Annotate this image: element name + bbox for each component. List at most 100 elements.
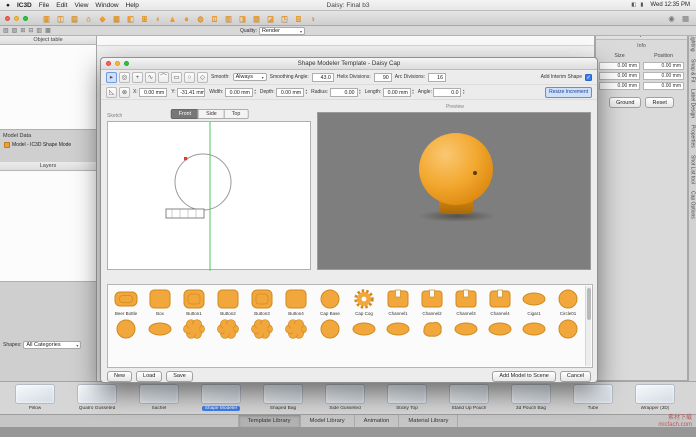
- resize-increment-button[interactable]: Resize Increment: [545, 87, 592, 98]
- toolbar-tool-icon[interactable]: ⌂: [83, 13, 94, 24]
- toolbar-tool-icon[interactable]: ◐: [153, 13, 164, 24]
- stepper-icon[interactable]: ▴▾: [359, 89, 361, 96]
- field-input-width[interactable]: 0.00 mm: [225, 88, 253, 97]
- object-table-list[interactable]: [0, 45, 96, 130]
- dialog-zoom-button[interactable]: [124, 61, 129, 66]
- toolbar-small-icon[interactable]: ▧: [3, 27, 9, 35]
- shape-item-button3[interactable]: Button3: [245, 285, 279, 316]
- toolbar-small-icon[interactable]: ⊞: [20, 27, 25, 35]
- add-interim-checkbox[interactable]: ✓: [585, 74, 592, 81]
- tab-animation[interactable]: Animation: [355, 415, 400, 427]
- size-value[interactable]: 0.00 mm: [599, 82, 640, 90]
- smoothing-angle-input[interactable]: 43.0: [312, 73, 334, 82]
- shape-item-cigar1[interactable]: Cigar1: [517, 285, 551, 316]
- edit-tool-icon[interactable]: ◺: [106, 87, 117, 98]
- shape-item-channel1[interactable]: Channel1: [381, 285, 415, 316]
- shape-item[interactable]: [279, 316, 313, 341]
- shelf-item-quatro-gusseted[interactable]: Quatro Gusseted: [66, 384, 128, 414]
- dialog-minimize-button[interactable]: [115, 61, 120, 66]
- shape-item-beer-bottle[interactable]: Beer Bottle: [109, 285, 143, 316]
- shelf-item-sticky-top[interactable]: Sticky Top: [376, 384, 438, 414]
- tab-material-library[interactable]: Material Library: [399, 415, 458, 427]
- shape-item-cap-cog[interactable]: Cap Cog: [347, 285, 381, 316]
- sketch-tool-icon[interactable]: ◇: [197, 72, 208, 83]
- shape-item[interactable]: [245, 316, 279, 341]
- toolbar-tool-icon[interactable]: ⊟: [293, 13, 304, 24]
- sketch-tool-icon[interactable]: ▭: [171, 72, 182, 83]
- menu-item-window[interactable]: Window: [95, 2, 118, 9]
- shelf-item-sachet[interactable]: Sachet: [128, 384, 190, 414]
- quality-select[interactable]: Render ▾: [259, 27, 305, 35]
- preview-canvas[interactable]: [317, 112, 591, 270]
- arc-divisions-input[interactable]: 16: [428, 73, 446, 82]
- shape-item[interactable]: [551, 316, 585, 341]
- shapes-scrollbar[interactable]: [585, 286, 591, 366]
- shape-item[interactable]: [483, 316, 517, 341]
- field-input-angle[interactable]: 0.0: [433, 88, 461, 97]
- shape-item[interactable]: [109, 316, 143, 341]
- toolbar-tool-icon[interactable]: ▲: [167, 13, 178, 24]
- field-input-length[interactable]: 0.00 mm: [383, 88, 411, 97]
- menu-item-ic3d[interactable]: IC3D: [17, 2, 32, 9]
- shelf-item-shaped-bag[interactable]: Shaped Bag: [252, 384, 314, 414]
- field-input-y[interactable]: -31.41 mm: [177, 88, 205, 97]
- dialog-close-button[interactable]: [106, 61, 111, 66]
- toolbar-small-icon[interactable]: ▥: [36, 27, 42, 35]
- toolbar-tool-icon[interactable]: ▥: [223, 13, 234, 24]
- shape-item-channel3[interactable]: Channel3: [449, 285, 483, 316]
- menu-item-file[interactable]: File: [39, 2, 49, 9]
- helix-divisions-input[interactable]: 90: [374, 73, 392, 82]
- side-tab-label-design[interactable]: Label Design: [690, 89, 696, 118]
- position-value[interactable]: 0.00 mm: [643, 72, 684, 80]
- cancel-button[interactable]: Cancel: [560, 371, 591, 382]
- sketch-tab-top[interactable]: Top: [224, 109, 249, 119]
- shape-item-circle01[interactable]: Circle01: [551, 285, 585, 316]
- load-button[interactable]: Load: [136, 371, 162, 382]
- position-value[interactable]: 0.00 mm: [643, 82, 684, 90]
- shape-item-channel4[interactable]: Channel4: [483, 285, 517, 316]
- menu-item-edit[interactable]: Edit: [56, 2, 67, 9]
- tab-model-library[interactable]: Model Library: [301, 415, 355, 427]
- toolbar-tool-icon[interactable]: ●: [181, 13, 192, 24]
- toolbar-tool-icon[interactable]: ◧: [125, 13, 136, 24]
- sketch-tool-icon[interactable]: +: [132, 72, 143, 83]
- field-input-radius[interactable]: 0.00: [330, 88, 358, 97]
- toolbar-small-icon[interactable]: ▩: [45, 27, 51, 35]
- smooth-select[interactable]: Always ▾: [233, 73, 267, 81]
- sketch-tool-icon[interactable]: ∿: [145, 72, 156, 83]
- toolbar-tool-icon[interactable]: ◪: [265, 13, 276, 24]
- shape-item[interactable]: [177, 316, 211, 341]
- reset-button[interactable]: Reset: [645, 97, 673, 108]
- shape-item[interactable]: [143, 316, 177, 341]
- shape-item[interactable]: [381, 316, 415, 341]
- toolbar-tool-icon[interactable]: ⊞: [139, 13, 150, 24]
- side-tab-snap-fit[interactable]: Snap & Fit: [690, 59, 696, 82]
- sketch-tool-icon[interactable]: ▸: [106, 72, 117, 83]
- toolbar-view-icon[interactable]: ▦: [680, 13, 691, 24]
- shape-item-button4[interactable]: Button4: [279, 285, 313, 316]
- close-button[interactable]: [5, 16, 10, 21]
- shapes-filter-select[interactable]: All Categories ▾: [23, 341, 81, 349]
- layers-list[interactable]: [0, 171, 96, 282]
- shape-item-box[interactable]: Box: [143, 285, 177, 316]
- shape-item[interactable]: [449, 316, 483, 341]
- shelf-item-side-gusseted[interactable]: Side Gusseted: [314, 384, 376, 414]
- stepper-icon[interactable]: ▴▾: [412, 89, 414, 96]
- side-tab-shot-list-tool[interactable]: Shot List tool: [690, 155, 696, 184]
- sketch-tool-icon[interactable]: ◎: [119, 72, 130, 83]
- sketch-canvas[interactable]: [107, 121, 311, 270]
- menu-clock[interactable]: Wed 12:35 PM: [650, 2, 690, 8]
- toolbar-tool-icon[interactable]: ▧: [251, 13, 262, 24]
- shape-item[interactable]: [517, 316, 551, 341]
- shape-item-button1[interactable]: Button1: [177, 285, 211, 316]
- shelf-item-shape-modeler[interactable]: Shape Modeler: [190, 384, 252, 414]
- sketch-tab-front[interactable]: Front: [171, 109, 199, 119]
- toolbar-tool-icon[interactable]: ⊡: [209, 13, 220, 24]
- ground-button[interactable]: Ground: [609, 97, 641, 108]
- shelf-item-pillow[interactable]: Pillow: [4, 384, 66, 414]
- position-value[interactable]: 0.00 mm: [643, 62, 684, 70]
- stepper-icon[interactable]: ▴▾: [306, 89, 308, 96]
- side-tab-properties[interactable]: Properties: [690, 125, 696, 148]
- shelf-item-stand-up-pouch[interactable]: Stand Up Pouch: [438, 384, 500, 414]
- dialog-titlebar[interactable]: Shape Modeler Template - Daisy Cap: [101, 58, 597, 70]
